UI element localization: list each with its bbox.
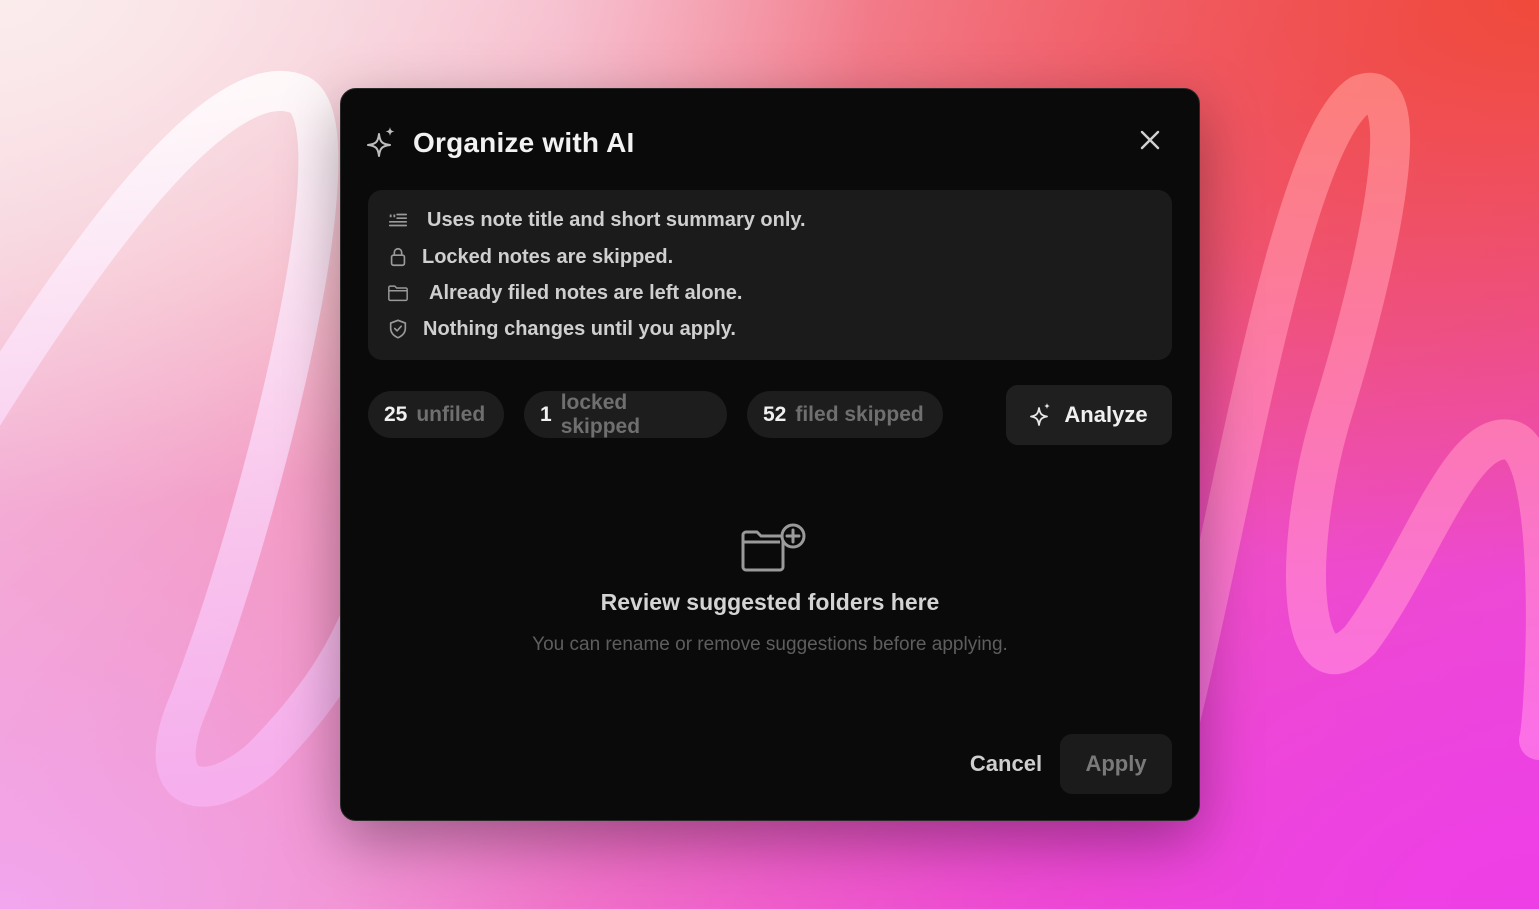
info-item-filed: Already filed notes are left alone.: [386, 281, 742, 305]
info-item-locked: Locked notes are skipped.: [386, 245, 673, 269]
analyze-label: Analyze: [1064, 402, 1148, 427]
lock-icon: [386, 245, 410, 269]
stat-count: 52: [763, 402, 787, 426]
apply-button[interactable]: Apply: [1060, 734, 1172, 794]
close-button[interactable]: [1139, 129, 1161, 151]
info-text: Already filed notes are left alone.: [429, 281, 743, 304]
stat-chip-filed: 52 filed skipped: [747, 391, 943, 438]
summary-icon: [386, 208, 410, 232]
info-item-apply: Nothing changes until you apply.: [386, 317, 736, 341]
stat-label: filed skipped: [795, 402, 924, 426]
sparkle-icon: [1030, 403, 1051, 426]
empty-state-subtitle: You can rename or remove suggestions bef…: [532, 634, 1008, 655]
info-panel: Uses note title and short summary only. …: [368, 190, 1172, 360]
shield-check-icon: [386, 317, 410, 341]
stat-label: unfiled: [416, 402, 486, 426]
info-text: Uses note title and short summary only.: [427, 208, 806, 231]
stat-label: locked skipped: [560, 390, 641, 438]
folder-icon: [386, 281, 410, 305]
cancel-button[interactable]: Cancel: [955, 735, 1057, 793]
stat-count: 1: [540, 402, 552, 426]
stat-chip-locked: 1 locked skipped: [524, 391, 727, 438]
info-text: Locked notes are skipped.: [422, 245, 674, 268]
stat-chip-unfiled: 25 unfiled: [368, 391, 504, 438]
analyze-button[interactable]: Analyze: [1006, 385, 1172, 445]
folder-plus-icon: [741, 523, 806, 572]
info-text: Nothing changes until you apply.: [423, 317, 736, 340]
sparkle-icon: [367, 127, 395, 157]
stat-count: 25: [384, 402, 408, 426]
organize-ai-dialog: Organize with AI Uses note title and sho…: [340, 88, 1200, 821]
empty-state-title: Review suggested folders here: [600, 589, 940, 615]
info-item-summary: Uses note title and short summary only.: [386, 208, 806, 232]
close-icon: [1140, 130, 1160, 150]
dialog-header: Organize with AI: [367, 125, 635, 161]
dialog-title: Organize with AI: [413, 127, 635, 158]
